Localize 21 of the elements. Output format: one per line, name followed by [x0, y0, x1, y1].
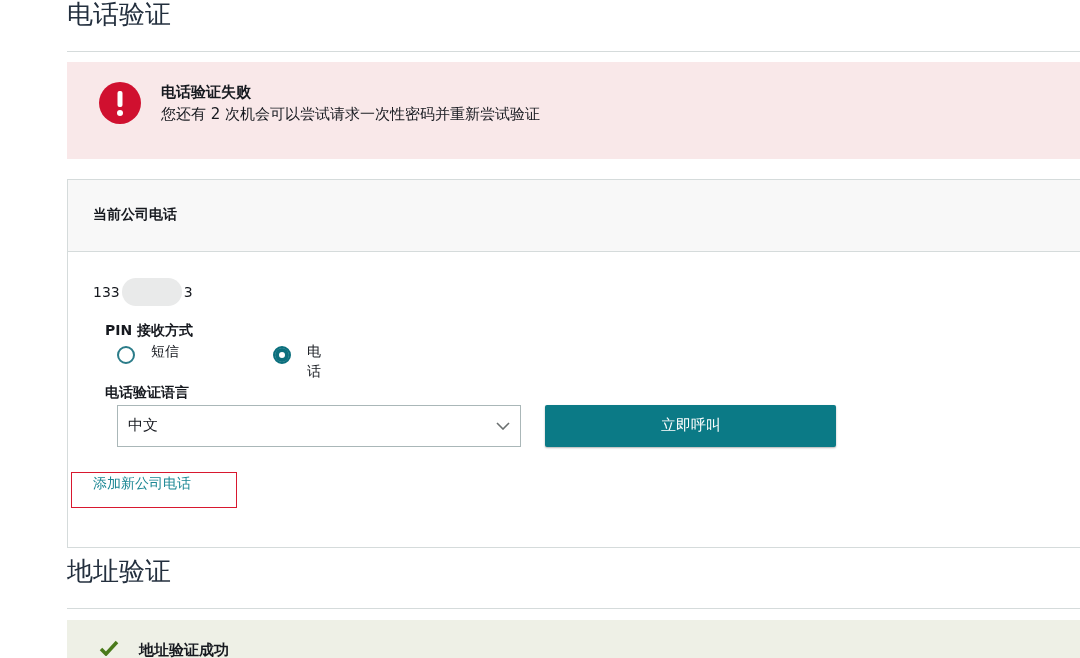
card-header: 当前公司电话 — [68, 180, 1080, 252]
phone-number-start: 133 — [93, 282, 120, 302]
call-now-button[interactable]: 立即呼叫 — [545, 404, 836, 447]
select-value: 中文 — [128, 415, 158, 437]
alert-message: 您还有 2 次机会可以尝试请求一次性密码并重新尝试验证 — [161, 103, 541, 125]
language-select[interactable]: 中文 — [117, 404, 521, 447]
chevron-down-icon — [496, 421, 510, 430]
add-phone-link[interactable]: 添加新公司电话 — [71, 471, 237, 508]
radio-label: 短信 — [151, 342, 179, 361]
section-title: 地址验证 — [67, 558, 172, 584]
alert-title: 地址验证成功 — [139, 640, 229, 658]
radio-button[interactable] — [273, 346, 291, 364]
alert-title: 电话验证失败 — [161, 82, 252, 103]
radio-label: 电话 — [307, 342, 322, 382]
radio-button[interactable] — [117, 346, 135, 364]
check-icon — [99, 640, 119, 656]
field-label: PIN 接收方式 — [105, 321, 195, 340]
field-label: 电话验证语言 — [105, 382, 190, 402]
error-icon — [99, 82, 141, 124]
section-title: 电话验证 — [67, 0, 172, 31]
phone-number-end: 3 — [183, 282, 193, 302]
